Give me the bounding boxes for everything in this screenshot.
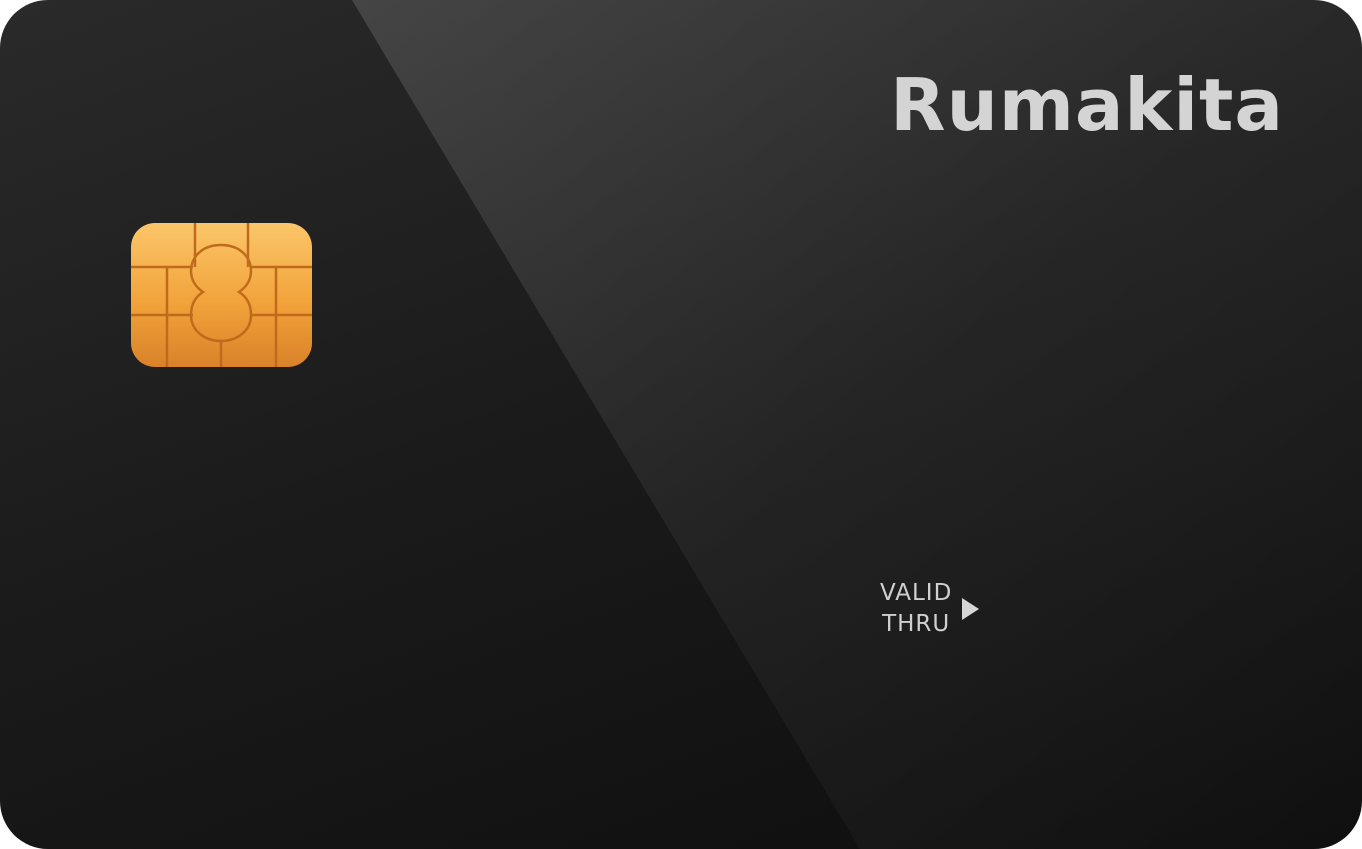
card-brand-logo: Rumakita bbox=[890, 63, 1284, 147]
valid-label: VALID bbox=[880, 580, 953, 606]
valid-thru-label: VALID THRU bbox=[880, 578, 980, 640]
credit-card: Rumakita VALID THRU bbox=[0, 0, 1362, 849]
triangle-right-icon bbox=[962, 598, 980, 620]
emv-chip-icon bbox=[131, 223, 312, 367]
thru-label: THRU bbox=[882, 611, 951, 637]
